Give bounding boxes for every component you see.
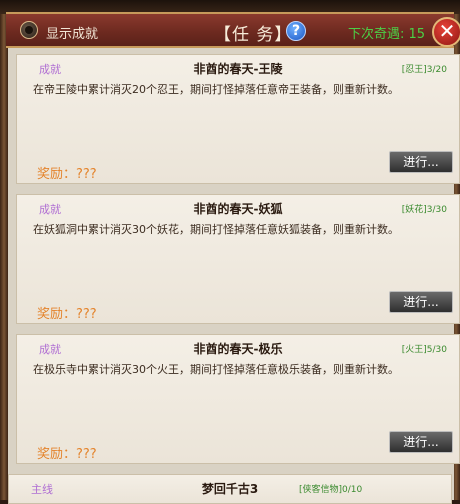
quest-panel-header: 显示成就 【任 务】 ? 下次奇遇: 15 ✕ <box>6 12 460 48</box>
left-frame <box>0 14 8 500</box>
panel-title: 【任 务】 <box>214 25 293 45</box>
quest-progress: [侠客信物]0/10 <box>299 485 363 495</box>
quest-progress: [忍王]3/20 <box>401 65 447 75</box>
quest-reward: 奖励：??? <box>37 447 97 462</box>
quest-card: 成就 非酋的春天-王陵 [忍王]3/20 在帝王陵中累计消灭20个忍王，期间打怪… <box>16 54 460 184</box>
quest-list[interactable]: 成就 非酋的春天-王陵 [忍王]3/20 在帝王陵中累计消灭20个忍王，期间打怪… <box>8 48 460 500</box>
quest-card: 成就 非酋的春天-极乐 [火王]5/30 在极乐寺中累计消灭30个火王，期间打怪… <box>16 334 460 464</box>
quest-reward: 奖励：??? <box>37 307 97 322</box>
quest-description: 在帝王陵中累计消灭20个忍王，期间打怪掉落任意帝王装备，则重新计数。 <box>33 83 399 96</box>
quest-go-button[interactable]: 进行... <box>389 291 453 313</box>
close-icon[interactable]: ✕ <box>432 17 460 47</box>
show-achievements-label[interactable]: 显示成就 <box>46 23 98 42</box>
quest-reward: 奖励：??? <box>37 167 97 182</box>
quest-progress: [火王]5/30 <box>401 345 447 355</box>
quest-go-button[interactable]: 进行... <box>389 431 453 453</box>
quest-name: 非酋的春天-王陵 <box>193 62 283 76</box>
next-encounter-timer: 下次奇遇: 15 <box>348 27 426 42</box>
quest-description: 在妖狐洞中累计消灭30个妖花，期间打怪掉落任意妖狐装备，则重新计数。 <box>33 223 399 236</box>
quest-description: 在极乐寺中累计消灭30个火王，期间打怪掉落任意极乐装备，则重新计数。 <box>33 363 399 376</box>
quest-name: 梦回千古3 <box>201 482 259 496</box>
quest-go-button[interactable]: 进行... <box>389 151 453 173</box>
show-achievements-toggle[interactable] <box>20 21 38 39</box>
help-icon[interactable]: ? <box>286 21 306 41</box>
quest-name: 非酋的春天-极乐 <box>193 342 283 356</box>
quest-name: 非酋的春天-妖狐 <box>193 202 283 216</box>
quest-progress: [妖花]3/30 <box>401 205 447 215</box>
quest-card: 成就 非酋的春天-妖狐 [妖花]3/30 在妖狐洞中累计消灭30个妖花，期间打怪… <box>16 194 460 324</box>
